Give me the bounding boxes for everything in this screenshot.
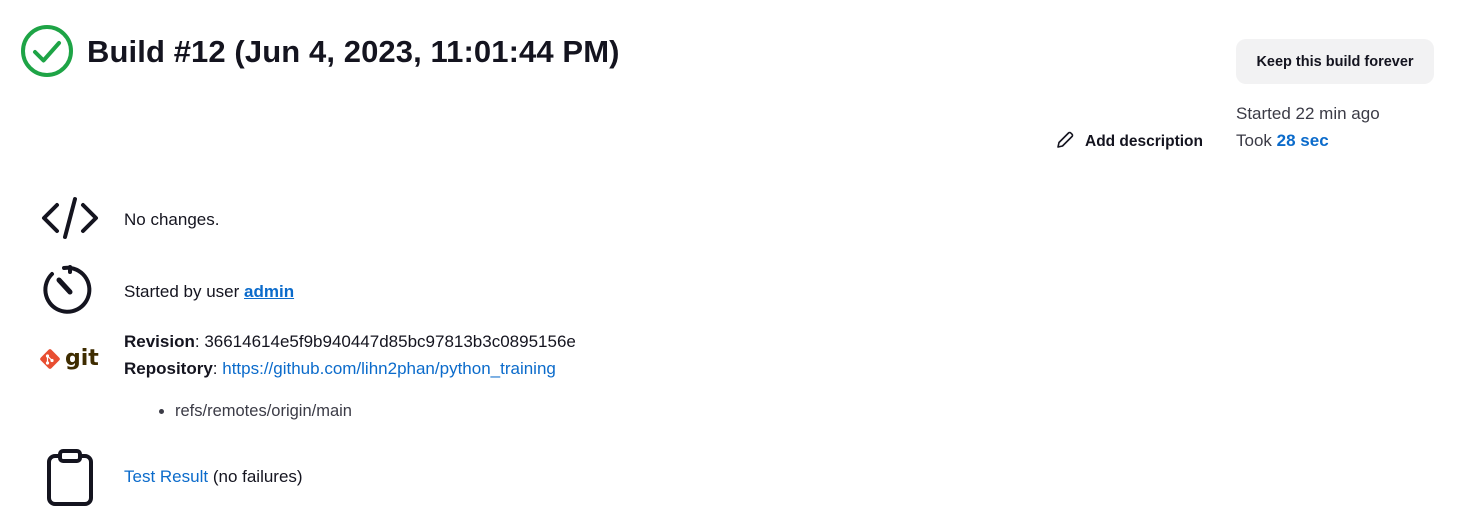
build-success-icon bbox=[20, 24, 74, 78]
test-result-link[interactable]: Test Result bbox=[124, 467, 208, 486]
git-logo-text: git bbox=[65, 346, 99, 371]
add-description-button[interactable]: Add description bbox=[1055, 129, 1203, 155]
pencil-icon bbox=[1055, 130, 1075, 155]
duration-link[interactable]: 28 sec bbox=[1277, 131, 1329, 150]
git-icon bbox=[40, 349, 60, 369]
user-link-admin[interactable]: admin bbox=[244, 282, 294, 301]
add-description-label: Add description bbox=[1085, 133, 1203, 150]
repository-label: Repository bbox=[124, 359, 213, 378]
keep-build-forever-button[interactable]: Keep this build forever bbox=[1236, 39, 1434, 84]
list-item: refs/remotes/origin/main bbox=[175, 402, 352, 421]
page-title: Build #12 (Jun 4, 2023, 11:01:44 PM) bbox=[87, 34, 620, 69]
build-cause: Started by user admin bbox=[124, 282, 294, 302]
cause-prefix: Started by user bbox=[124, 282, 240, 301]
branch-list: refs/remotes/origin/main bbox=[150, 402, 352, 421]
clipboard-icon bbox=[46, 449, 94, 507]
build-duration: Took 28 sec bbox=[1236, 131, 1329, 151]
started-time: Started 22 min ago bbox=[1236, 104, 1380, 123]
took-label: Took bbox=[1236, 131, 1272, 150]
revision-label: Revision bbox=[124, 332, 195, 351]
repository-line: Repository: https://github.com/lihn2phan… bbox=[124, 359, 556, 378]
timer-icon bbox=[42, 263, 98, 315]
revision-hash: 36614614e5f9b940447d85bc97813b3c0895156e bbox=[204, 332, 576, 351]
git-logo: git bbox=[38, 344, 102, 374]
test-result: Test Result (no failures) bbox=[124, 467, 303, 487]
test-result-suffix: (no failures) bbox=[212, 467, 303, 486]
repository-link[interactable]: https://github.com/lihn2phan/python_trai… bbox=[222, 359, 556, 378]
changes-text: No changes. bbox=[124, 210, 220, 229]
code-icon bbox=[40, 195, 100, 241]
revision-line: Revision: 36614614e5f9b940447d85bc97813b… bbox=[124, 332, 576, 351]
